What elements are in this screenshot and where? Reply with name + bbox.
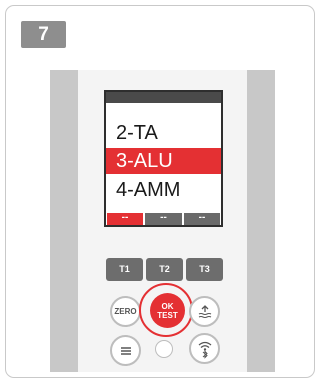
screen-header	[106, 92, 221, 103]
softkey-1[interactable]: --	[107, 213, 143, 225]
wifi-icon	[198, 341, 211, 359]
softkey-bar: -- -- --	[106, 213, 221, 225]
level-icon	[198, 304, 211, 318]
zero-label: ZERO	[114, 307, 137, 316]
menu-item-4-amm[interactable]: 4-AMM	[106, 177, 221, 203]
menu-item-2-ta[interactable]: 2-TA	[106, 120, 221, 146]
light-sensor	[155, 340, 173, 358]
softkey-2[interactable]: --	[145, 213, 182, 225]
menu-button[interactable]	[110, 335, 141, 366]
wireless-button[interactable]	[189, 333, 220, 364]
bluetooth-icon	[202, 349, 208, 359]
menu-icon	[120, 346, 131, 355]
level-button[interactable]	[189, 296, 220, 327]
device-side-left	[50, 70, 78, 372]
ok-test-button[interactable]: OK TEST	[150, 293, 185, 328]
step-badge: 7	[21, 21, 66, 48]
test-label: TEST	[157, 310, 178, 320]
device-screen: 2-TA 3-ALU 4-AMM -- -- --	[104, 90, 223, 227]
zero-button[interactable]: ZERO	[110, 296, 141, 327]
softkey-3[interactable]: --	[184, 213, 220, 225]
menu-item-3-alu[interactable]: 3-ALU	[106, 148, 221, 174]
device-side-right	[247, 70, 275, 372]
t3-button[interactable]: T3	[186, 258, 223, 281]
ok-label: OK	[161, 301, 174, 311]
t1-button[interactable]: T1	[106, 258, 143, 281]
t2-button[interactable]: T2	[146, 258, 183, 281]
